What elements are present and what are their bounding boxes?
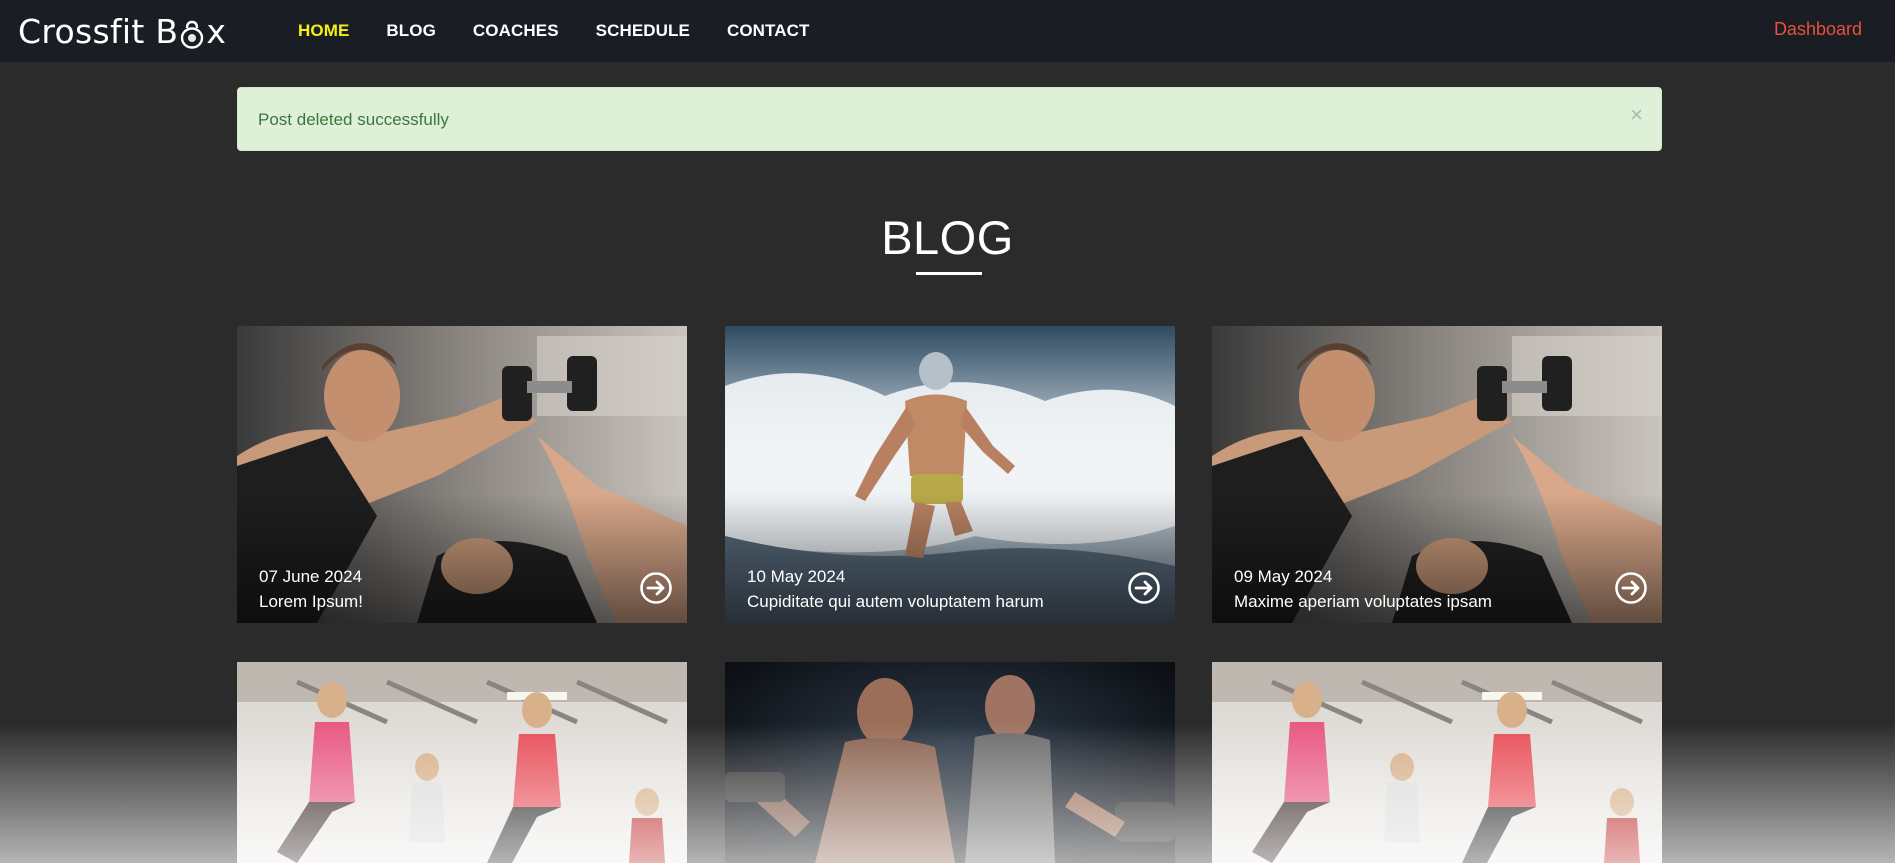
arrow-right-circle-icon[interactable] [1614, 571, 1648, 605]
post-date: 09 May 2024 [1234, 567, 1333, 586]
nav-contact[interactable]: CONTACT [727, 21, 810, 41]
nav-coaches[interactable]: COACHES [473, 21, 559, 41]
logo-text-start: Crossfit B [18, 11, 179, 51]
arrow-right-circle-icon[interactable] [639, 571, 673, 605]
nav-schedule[interactable]: SCHEDULE [596, 21, 690, 41]
alert-close-button[interactable]: × [1630, 104, 1643, 126]
dashboard-link[interactable]: Dashboard [1774, 19, 1862, 40]
nav-blog[interactable]: BLOG [386, 21, 436, 41]
blog-card[interactable]: 07 June 2024 Lorem Ipsum! [237, 326, 687, 623]
blog-card[interactable]: 09 May 2024 Maxime aperiam voluptates ip… [1212, 326, 1662, 623]
arrow-right-circle-icon[interactable] [1127, 571, 1161, 605]
top-navbar: Crossfit B x HOME BLOG COACHES SCHEDULE … [0, 0, 1895, 62]
logo-text-end: x [206, 11, 227, 51]
post-title[interactable]: Lorem Ipsum! [259, 592, 363, 612]
blog-card[interactable] [1212, 662, 1662, 863]
fitness-class-image [237, 662, 687, 863]
heading-underline [916, 272, 982, 275]
success-alert: Post deleted successfully × [237, 87, 1662, 151]
section-heading: BLOG [881, 211, 1014, 264]
post-title[interactable]: Cupiditate qui autem voluptatem harum [747, 592, 1044, 612]
blog-card[interactable] [725, 662, 1175, 863]
post-date: 07 June 2024 [259, 567, 363, 586]
kettlebell-icon [179, 18, 205, 49]
main-nav: HOME BLOG COACHES SCHEDULE CONTACT [298, 0, 847, 62]
blog-card[interactable] [237, 662, 687, 863]
post-date: 10 May 2024 [747, 567, 846, 586]
couple-dumbbells-image [725, 662, 1175, 863]
alert-message: Post deleted successfully [258, 110, 449, 129]
post-title[interactable]: Maxime aperiam voluptates ipsam [1234, 592, 1492, 612]
blog-card[interactable]: 10 May 2024 Cupiditate qui autem volupta… [725, 326, 1175, 623]
fitness-class-image [1212, 662, 1662, 863]
nav-home[interactable]: HOME [298, 21, 349, 41]
site-logo[interactable]: Crossfit B x [18, 10, 226, 52]
